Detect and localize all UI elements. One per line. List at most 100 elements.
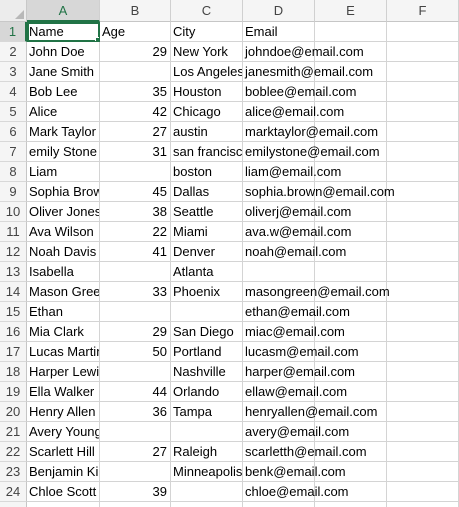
cell-empty[interactable] [387,262,459,282]
cell-age[interactable] [100,62,171,82]
cell-age[interactable]: 38 [100,202,171,222]
cell-city[interactable]: Houston [171,82,243,102]
cell-city[interactable]: Chicago [171,102,243,122]
column-header-f[interactable]: F [387,0,459,22]
cell-email[interactable]: oliverj@email.com [243,202,351,222]
cell-empty[interactable] [387,222,459,242]
cell-name[interactable]: Mason Green [27,282,100,302]
cell-name[interactable]: Henry Allen [27,402,100,422]
row-header[interactable]: 4 [0,82,27,102]
cell-email[interactable]: avery@email.com [243,422,349,442]
cell-city[interactable] [171,502,243,507]
row-header[interactable]: 25 [0,502,27,507]
cell-empty[interactable] [387,502,459,507]
cell-city[interactable]: Minneapolis [171,462,243,482]
column-header-e[interactable]: E [315,0,387,22]
row-header[interactable]: 1 [0,22,27,42]
cell-age[interactable]: 27 [100,442,171,462]
row-header[interactable]: 20 [0,402,27,422]
cell-email[interactable]: noah@email.com [243,242,346,262]
cell-name[interactable]: Ella Walker [27,382,100,402]
row-header[interactable]: 13 [0,262,27,282]
cell-age[interactable] [100,462,171,482]
row-header[interactable]: 12 [0,242,27,262]
cell-name[interactable]: Oliver Jones [27,202,100,222]
row-header[interactable]: 6 [0,122,27,142]
cell-age[interactable] [100,302,171,322]
cell-empty[interactable] [387,162,459,182]
cell-empty[interactable] [315,22,387,42]
cell-name[interactable]: Lucas Martin [27,342,100,362]
cell-city[interactable]: Denver [171,242,243,262]
cell-name[interactable] [27,502,100,507]
cell-age[interactable]: 29 [100,322,171,342]
cell-city[interactable]: Seattle [171,202,243,222]
row-header[interactable]: 3 [0,62,27,82]
cell-age[interactable] [100,362,171,382]
cell-empty[interactable] [387,82,459,102]
cell-city[interactable] [171,302,243,322]
cell-empty[interactable] [387,102,459,122]
cell-email[interactable]: alice@email.com [243,102,344,122]
cell-age[interactable]: 39 [100,482,171,502]
fill-handle[interactable] [95,37,99,41]
cell-email[interactable]: miac@email.com [243,322,345,342]
cell-age[interactable]: 22 [100,222,171,242]
cell-name[interactable]: Alice [27,102,100,122]
cell-email[interactable]: janesmith@email.com [243,62,373,82]
cell-name[interactable]: Avery Young [27,422,100,442]
cell-empty[interactable] [387,302,459,322]
cell-city[interactable]: New York [171,42,243,62]
cell-empty[interactable] [387,182,459,202]
cell-age[interactable]: 50 [100,342,171,362]
cell-email[interactable] [243,262,315,282]
cell-city[interactable]: Los Angeles [171,62,243,82]
cell-empty[interactable] [387,62,459,82]
cell-email[interactable]: harper@email.com [243,362,355,382]
cell-empty[interactable] [387,342,459,362]
cell-name[interactable]: John Doe [27,42,100,62]
cell-email[interactable]: sophia.brown@email.com [243,182,395,202]
cell-email[interactable]: lucasm@email.com [243,342,359,362]
cell-city[interactable]: Orlando [171,382,243,402]
cell-empty[interactable] [387,462,459,482]
cell-name[interactable]: Sophia Brown [27,182,100,202]
cell-email[interactable]: henryallen@email.com [243,402,377,422]
row-header[interactable]: 9 [0,182,27,202]
cell-empty[interactable] [387,242,459,262]
row-header[interactable]: 15 [0,302,27,322]
cell-age[interactable]: 31 [100,142,171,162]
cell-name[interactable]: Harper Lewis [27,362,100,382]
cell-age[interactable]: 35 [100,82,171,102]
row-header[interactable]: 23 [0,462,27,482]
cell-age[interactable]: 36 [100,402,171,422]
row-header[interactable]: 17 [0,342,27,362]
cell-city[interactable]: san francisco [171,142,243,162]
cell-empty[interactable] [387,22,459,42]
cell-name[interactable]: Chloe Scott [27,482,100,502]
cell-city[interactable]: Dallas [171,182,243,202]
cell-empty[interactable] [387,322,459,342]
row-header[interactable]: 14 [0,282,27,302]
cell-name[interactable]: Ava Wilson [27,222,100,242]
cell-email[interactable]: scarletth@email.com [243,442,367,462]
cell-age[interactable]: 33 [100,282,171,302]
column-header-c[interactable]: C [171,0,243,22]
row-header[interactable]: 11 [0,222,27,242]
cell-empty[interactable] [387,282,459,302]
cell-age[interactable] [100,262,171,282]
row-header[interactable]: 19 [0,382,27,402]
row-header[interactable]: 21 [0,422,27,442]
cell-age[interactable]: 42 [100,102,171,122]
cell-email[interactable]: liam@email.com [243,162,341,182]
cell-email[interactable]: Email [243,22,315,42]
row-header[interactable]: 2 [0,42,27,62]
cell-empty[interactable] [387,442,459,462]
cell-name[interactable]: Liam [27,162,100,182]
cell-email[interactable] [243,502,315,507]
cell-city[interactable]: San Diego [171,322,243,342]
cell-name[interactable]: Bob Lee [27,82,100,102]
row-header[interactable]: 7 [0,142,27,162]
cell-name[interactable]: Mia Clark [27,322,100,342]
row-header[interactable]: 18 [0,362,27,382]
